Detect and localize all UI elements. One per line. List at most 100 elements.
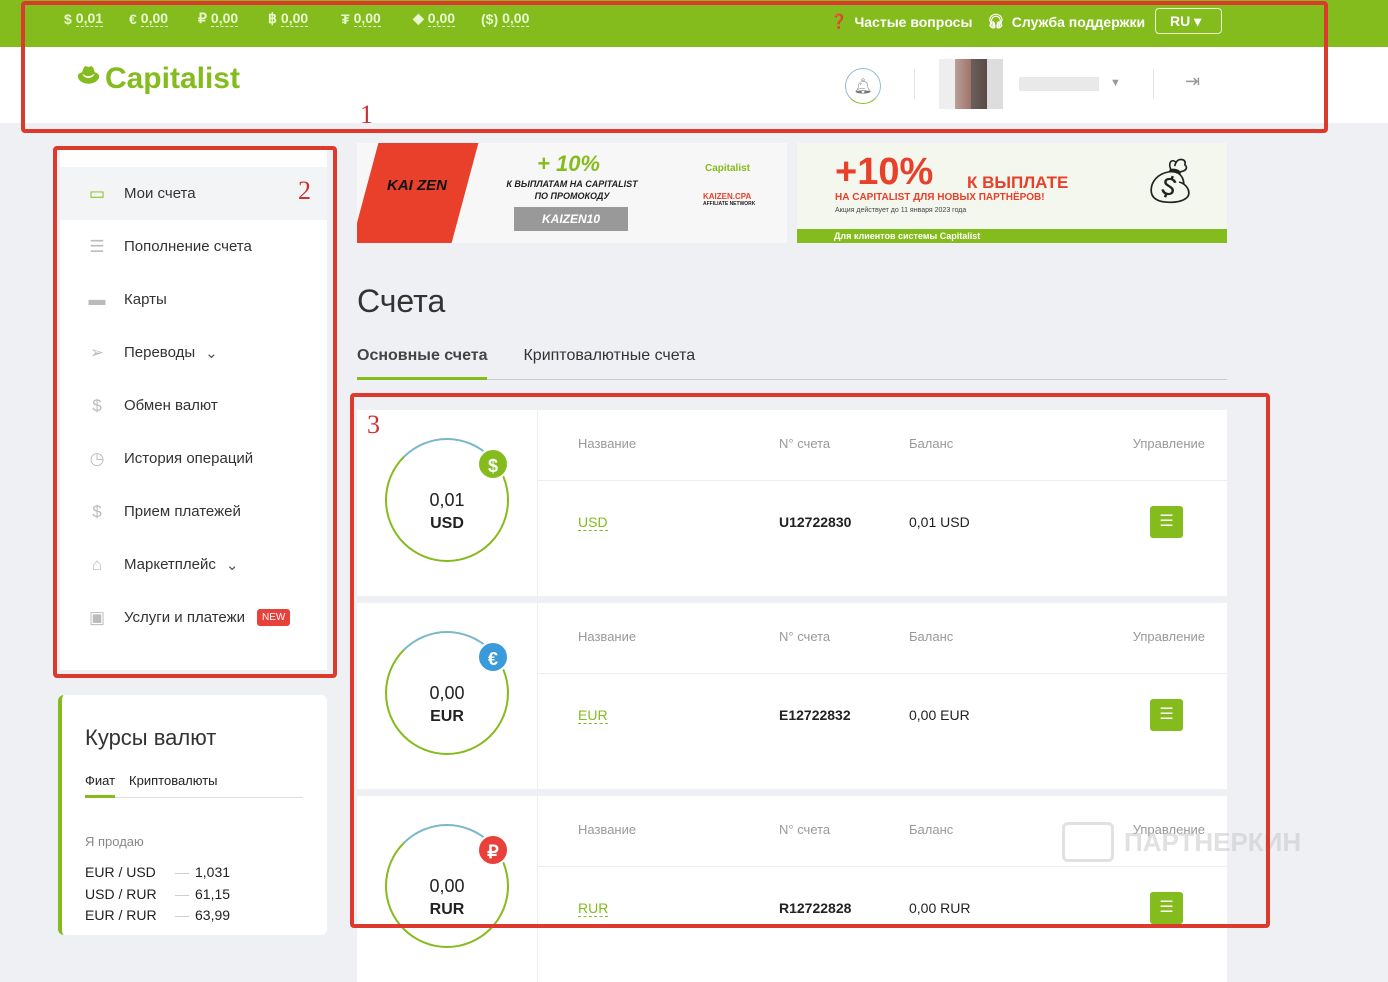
logo[interactable]: 🎩︎ Capitalist	[78, 57, 240, 101]
currency-icon: ₮	[341, 10, 350, 27]
account-currency: EUR	[430, 708, 464, 725]
header: 🎩︎ Capitalist 🔔︎ ▼ ⇥	[0, 47, 1388, 123]
currency-icon: ₽	[198, 10, 207, 26]
rates-tab-crypto[interactable]: Криптовалюты	[129, 773, 217, 797]
account-summary: 0,00 RUR ₽	[357, 796, 538, 982]
sidebar-item[interactable]: ▭ Мои счета	[60, 167, 327, 220]
rate-row: EUR / USD — 1,031	[85, 862, 230, 884]
user-menu-caret-icon[interactable]: ▼	[1110, 77, 1121, 89]
sidebar-item-label: Прием платежей	[124, 503, 241, 520]
column-header-balance: Баланс	[909, 436, 954, 451]
sidebar-item[interactable]: ➢ Переводы ⌄	[60, 326, 327, 379]
header-divider	[538, 866, 1227, 867]
account-name-link[interactable]: RUR	[578, 900, 609, 917]
kaizen-promo-code: KAIZEN10	[514, 207, 628, 231]
annotation-label-2: 2	[298, 176, 311, 205]
column-header-name: Название	[578, 436, 637, 451]
language-select[interactable]: RU ▾	[1155, 8, 1222, 34]
avatar[interactable]	[939, 59, 1003, 109]
username-blurred[interactable]	[1019, 77, 1099, 91]
sidebar-item[interactable]: ▣ Услуги и платежи NEW	[60, 591, 327, 644]
support-link[interactable]: 🎧︎ Служба поддержки	[987, 13, 1145, 30]
account-tabs: Основные счета Криптовалютные счета	[357, 345, 1227, 380]
rate-dash: —	[175, 907, 189, 923]
column-header-number: N° счета	[779, 822, 831, 837]
mp-headline: +10%	[835, 151, 934, 193]
currency-icon: ($)	[481, 10, 499, 27]
currency-badge-icon: ₽	[477, 834, 509, 866]
wallet-icon: ▭	[88, 183, 106, 203]
currency-icon: ◆	[413, 10, 424, 26]
kaizen-promo-banner[interactable]: KAI ZEN + 10% К ВЫПЛАТАМ НА CAPITALIST ПО…	[357, 143, 787, 243]
account-menu-button[interactable]: ☰	[1150, 506, 1183, 538]
sidebar-item-label: Обмен валют	[124, 397, 218, 414]
sidebar-item-label: Мои счета	[124, 185, 196, 202]
rates-title: Курсы валют	[85, 725, 217, 750]
history-icon: ◷	[89, 448, 105, 468]
account-amount: 0,00	[429, 876, 465, 896]
sidebar-item[interactable]: $ Прием платежей	[60, 485, 327, 538]
page-title: Счета	[357, 283, 446, 319]
account-menu-button[interactable]: ☰	[1150, 892, 1183, 924]
basket-icon: ⌂	[91, 554, 103, 574]
exchange-icon: $	[92, 395, 102, 415]
rate-value: 63,99	[195, 907, 231, 923]
balance-item[interactable]: €0,00	[129, 10, 169, 27]
account-name-link[interactable]: EUR	[578, 707, 608, 724]
balance-item[interactable]: ฿ 0,00	[268, 10, 309, 27]
sidebar-item[interactable]: ▬ Карты	[60, 273, 327, 326]
account-balance: 0,01 USD	[909, 514, 970, 530]
kaizen-line2: ПО ПРОМОКОДУ	[534, 191, 610, 201]
balance-item[interactable]: $0,01	[64, 10, 104, 27]
support-label: Служба поддержки	[1011, 13, 1146, 30]
tab-crypto-accounts[interactable]: Криптовалютные счета	[523, 345, 695, 379]
rate-value: 1,031	[195, 864, 231, 880]
account-name-link[interactable]: USD	[578, 514, 608, 531]
notifications-button[interactable]: 🔔︎	[845, 68, 881, 104]
divider	[1153, 69, 1154, 99]
account-amount: 0,01	[429, 490, 465, 510]
column-header-number: N° счета	[779, 436, 831, 451]
headset-icon: 🎧︎	[987, 13, 1005, 29]
mp-promo-banner[interactable]: +10% К ВЫПЛАТЕ НА CAPITALIST ДЛЯ НОВЫХ П…	[797, 143, 1227, 243]
currency-badge-icon: €	[477, 641, 509, 673]
sidebar-item[interactable]: $ Обмен валют	[60, 379, 327, 432]
tab-main-accounts[interactable]: Основные счета	[357, 345, 488, 380]
account-balance: 0,00 RUR	[909, 900, 971, 916]
rate-pair: EUR / RUR	[85, 907, 157, 923]
currency-icon: ฿	[268, 10, 277, 26]
balance-item[interactable]: ($) 0,00	[481, 10, 530, 27]
balance-item[interactable]: ₮ 0,00	[341, 10, 381, 27]
balance-value: 0,00	[353, 10, 381, 27]
sidebar-item[interactable]: ☰ Пополнение счета	[60, 220, 327, 273]
column-header-number: N° счета	[779, 629, 831, 644]
balance-value: 0,00	[210, 10, 239, 27]
gift-icon: ▣	[88, 607, 106, 627]
top-hat-icon: 🎩︎	[78, 57, 99, 95]
sidebar-item[interactable]: ⌂ Маркетплейс ⌄	[60, 538, 327, 591]
annotation-label-1: 1	[360, 100, 373, 129]
language-value: RU	[1170, 13, 1191, 29]
new-badge: NEW	[257, 609, 291, 626]
logout-icon[interactable]: ⇥	[1185, 71, 1200, 92]
kaizen-cpa-sub: AFFILIATE NETWORK	[703, 201, 756, 207]
account-number: E12722832	[779, 707, 851, 723]
send-icon: ➢	[89, 342, 105, 362]
kaizen-line1: К ВЫПЛАТАМ НА CAPITALIST	[506, 179, 638, 189]
account-menu-button[interactable]: ☰	[1150, 699, 1183, 731]
rates-tab-fiat[interactable]: Фиат	[85, 773, 116, 798]
account-number: R12722828	[779, 900, 852, 916]
caret-down-icon: ▾	[1194, 13, 1202, 29]
rate-dash: —	[175, 885, 189, 902]
sidebar-item[interactable]: ◷ История операций	[60, 432, 327, 485]
sidebar-item-label: Карты	[124, 291, 167, 308]
chevron-down-icon: ⌄	[225, 556, 239, 574]
balance-item[interactable]: ◆ 0,00	[413, 10, 456, 27]
header-divider	[538, 480, 1227, 481]
column-header-balance: Баланс	[909, 629, 954, 644]
sidebar-item-label: Переводы	[124, 344, 196, 361]
faq-link[interactable]: ❓ Частые вопросы	[830, 13, 972, 30]
column-header-name: Название	[578, 822, 637, 837]
balance-item[interactable]: ₽0,00	[198, 10, 239, 27]
balance-value: 0,00	[280, 10, 309, 27]
